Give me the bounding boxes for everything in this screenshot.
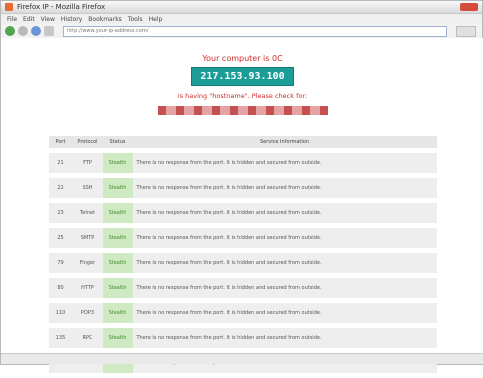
cell-protocol: HTTP	[72, 278, 103, 298]
table-row: 110 POP3 Stealth There is no response from …	[48, 303, 437, 323]
address-bar[interactable]: http://www.your-ip-address.com/	[63, 25, 447, 37]
cell-port: 25	[48, 228, 73, 248]
menu-tools[interactable]: Tools	[128, 16, 143, 23]
menu-edit[interactable]: Edit	[23, 16, 35, 23]
menu-bookmarks[interactable]: Bookmarks	[88, 16, 122, 23]
your-ip-label: Your computer is 0C	[202, 54, 283, 63]
menu-help[interactable]: Help	[149, 16, 163, 23]
forward-icon[interactable]	[18, 26, 28, 36]
window-title: Firefox IP - Mozilla Firefox	[17, 3, 106, 11]
table-header-row: Port Protocol Status Service Information	[48, 136, 437, 148]
summary-cell	[211, 106, 220, 115]
reload-icon[interactable]	[31, 26, 41, 36]
ip-header: Your computer is 0C 217.153.93.100 is ha…	[28, 54, 458, 115]
table-row: 25 SMTP Stealth There is no response from t…	[48, 228, 437, 248]
status-bar	[1, 353, 483, 364]
back-icon[interactable]	[5, 26, 15, 36]
header-port: Port	[48, 136, 73, 148]
summary-cell	[175, 106, 184, 115]
menu-view[interactable]: View	[41, 16, 55, 23]
browser-window: Firefox IP - Mozilla Firefox File Edit V…	[0, 0, 483, 373]
summary-cell	[283, 106, 292, 115]
title-bar: Firefox IP - Mozilla Firefox	[1, 1, 482, 14]
go-button[interactable]	[456, 25, 476, 37]
menu-file[interactable]: File	[7, 16, 17, 23]
cell-port: 80	[48, 278, 73, 298]
status-badge: Stealth	[102, 278, 133, 298]
firefox-icon	[5, 3, 13, 11]
cell-protocol: POP3	[72, 303, 103, 323]
summary-cell	[193, 106, 202, 115]
summary-cell	[301, 106, 310, 115]
header-service: Service Information	[132, 136, 437, 148]
summary-cell	[229, 106, 238, 115]
cell-port: 22	[48, 178, 73, 198]
header-protocol: Protocol	[72, 136, 103, 148]
table-row: 79 Finger Stealth There is no response from…	[48, 253, 437, 273]
cell-description: There is no response from the port. It i…	[132, 278, 437, 298]
cell-description: There is no response from the port. It i…	[132, 253, 437, 273]
cell-protocol: SMTP	[72, 228, 103, 248]
status-badge: Stealth	[102, 253, 133, 273]
status-badge: Stealth	[102, 153, 133, 173]
table-row: 23 Telnet Stealth There is no response from…	[48, 203, 437, 223]
cell-description: There is no response from the port. It i…	[132, 153, 437, 173]
summary-cell	[247, 106, 256, 115]
summary-cell	[157, 106, 166, 115]
cell-description: There is no response from the port. It i…	[132, 328, 437, 348]
status-badge: Stealth	[102, 203, 133, 223]
summary-cell	[265, 106, 274, 115]
summary-cell	[319, 106, 328, 115]
cell-port: 135	[48, 328, 73, 348]
close-button[interactable]	[460, 3, 478, 11]
status-badge: Stealth	[102, 178, 133, 198]
cell-protocol: Finger	[72, 253, 103, 273]
cell-port: 21	[48, 153, 73, 173]
cell-protocol: SSH	[72, 178, 103, 198]
port-summary-bar	[157, 106, 328, 115]
cell-port: 110	[48, 303, 73, 323]
navigation-toolbar: http://www.your-ip-address.com/	[1, 24, 482, 39]
port-table: Port Protocol Status Service Information…	[48, 131, 437, 378]
cell-port: 23	[48, 203, 73, 223]
cell-protocol: RPC	[72, 328, 103, 348]
menu-history[interactable]: History	[61, 16, 82, 23]
table-row: 21 FTP Stealth There is no response from th…	[48, 153, 437, 173]
ip-address: 217.153.93.100	[191, 67, 294, 86]
menu-bar: File Edit View History Bookmarks Tools H…	[1, 14, 482, 24]
hostname-line: is having "hostname". Please check for:	[177, 92, 308, 100]
page-content: Your computer is 0C 217.153.93.100 is ha…	[1, 38, 483, 373]
status-badge: Stealth	[102, 228, 133, 248]
home-icon[interactable]	[44, 26, 54, 36]
cell-description: There is no response from the port. It i…	[132, 178, 437, 198]
cell-protocol: Telnet	[72, 203, 103, 223]
header-status: Status	[102, 136, 133, 148]
cell-description: There is no response from the port. It i…	[132, 203, 437, 223]
table-row: 80 HTTP Stealth There is no response from t…	[48, 278, 437, 298]
status-badge: Stealth	[102, 303, 133, 323]
table-row: 135 RPC Stealth There is no response from t…	[48, 328, 437, 348]
cell-protocol: FTP	[72, 153, 103, 173]
status-badge: Stealth	[102, 328, 133, 348]
table-row: 22 SSH Stealth There is no response from th…	[48, 178, 437, 198]
cell-description: There is no response from the port. It i…	[132, 228, 437, 248]
cell-port: 79	[48, 253, 73, 273]
cell-description: There is no response from the port. It i…	[132, 303, 437, 323]
